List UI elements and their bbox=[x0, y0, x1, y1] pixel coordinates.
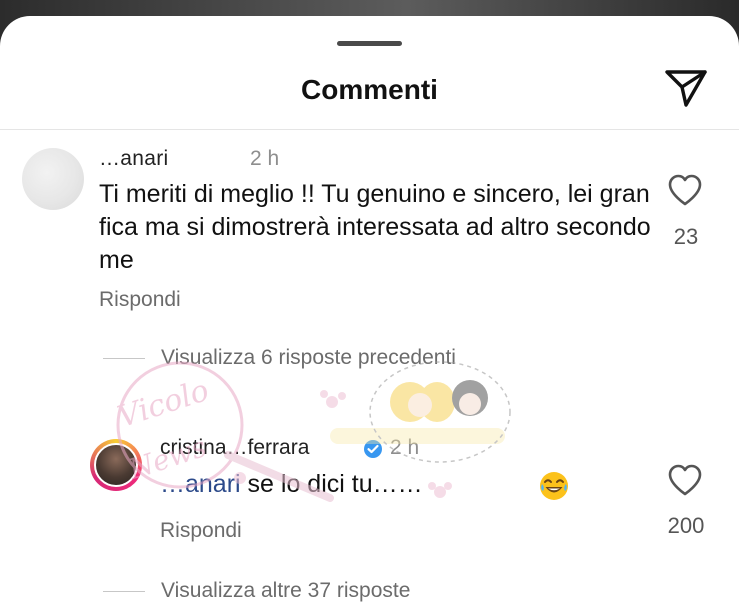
comments-sheet: Commenti …anari 2 h Ti meriti di meglio … bbox=[0, 16, 739, 609]
page-title: Commenti bbox=[301, 74, 438, 105]
verified-badge-icon bbox=[364, 440, 382, 458]
comment-username[interactable]: …anari bbox=[99, 147, 169, 171]
replies-divider-line bbox=[103, 358, 145, 359]
reply-body: se lo dici tu…… bbox=[240, 470, 423, 498]
laughing-emoji-icon bbox=[540, 472, 568, 500]
view-previous-replies-button[interactable]: Visualizza 6 risposte precedenti bbox=[161, 346, 456, 370]
avatar[interactable] bbox=[22, 148, 84, 210]
reply-time: 2 h bbox=[390, 436, 420, 459]
avatar[interactable] bbox=[94, 443, 138, 487]
heart-icon[interactable] bbox=[667, 464, 703, 496]
replies-divider-line bbox=[103, 591, 145, 592]
header-divider bbox=[0, 129, 739, 130]
like-count: 200 bbox=[667, 513, 705, 538]
like-count: 23 bbox=[673, 224, 699, 249]
heart-icon[interactable] bbox=[667, 174, 703, 206]
reply-button[interactable]: Rispondi bbox=[99, 288, 181, 312]
comment-time: 2 h bbox=[250, 147, 280, 170]
reply-text: …anari se lo dici tu…… bbox=[160, 470, 423, 499]
view-more-replies-button[interactable]: Visualizza altre 37 risposte bbox=[161, 579, 410, 603]
reply-button[interactable]: Rispondi bbox=[160, 519, 242, 543]
reply-username[interactable]: cristina…ferrara bbox=[160, 436, 309, 460]
paper-plane-icon[interactable] bbox=[664, 68, 708, 108]
comment-text: Ti meriti di meglio !! Tu genuino e sinc… bbox=[99, 180, 651, 274]
mention-link[interactable]: …anari bbox=[160, 470, 241, 498]
drag-handle[interactable] bbox=[337, 41, 402, 46]
